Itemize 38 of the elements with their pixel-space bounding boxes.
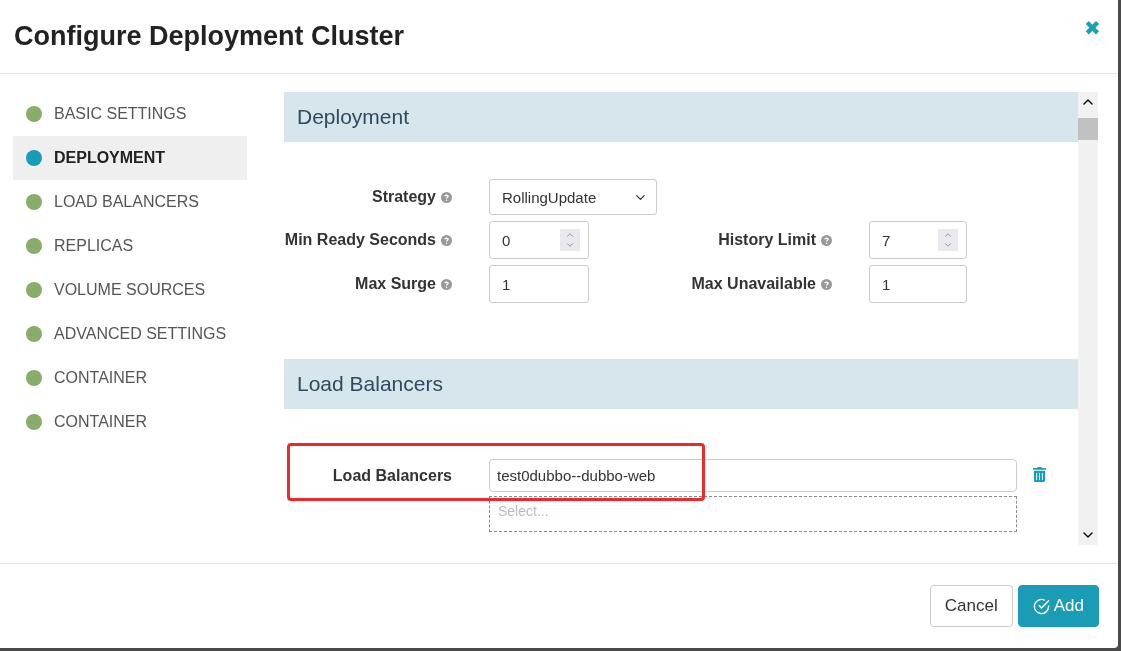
field-label: Load Balancers: [332, 467, 452, 486]
sidebar-item[interactable]: VOLUME SOURCES: [13, 268, 247, 312]
field-label: Max Surge: [355, 275, 436, 293]
field-label: Min Ready Seconds: [284, 231, 436, 249]
scrollbar[interactable]: [1078, 92, 1098, 545]
status-dot: [26, 106, 42, 122]
text-input[interactable]: 1: [489, 265, 589, 303]
strategy-select[interactable]: RollingUpdate: [489, 179, 657, 215]
sidebar-item[interactable]: CONTAINER: [13, 356, 247, 400]
section-header: Deployment: [284, 92, 1078, 142]
status-dot: [26, 282, 42, 298]
number-input[interactable]: 7: [869, 221, 967, 259]
sidebar-item[interactable]: CONTAINER: [13, 400, 247, 444]
sidebar-item[interactable]: ADVANCED SETTINGS: [13, 312, 247, 356]
spinner-icon[interactable]: [560, 229, 580, 251]
field-label: Strategy: [371, 188, 436, 206]
sidebar-item[interactable]: REPLICAS: [13, 224, 247, 268]
status-dot: [26, 414, 42, 430]
trash-icon[interactable]: [1032, 467, 1047, 482]
field-label: History Limit: [718, 231, 816, 249]
sidebar-item[interactable]: LOAD BALANCERS: [13, 180, 247, 224]
sidebar-item[interactable]: DEPLOYMENT: [13, 136, 247, 180]
dialog-title: Configure Deployment Cluster: [14, 21, 405, 52]
check-circle-icon: [1032, 597, 1050, 615]
status-dot: [26, 194, 42, 210]
spinner-icon[interactable]: [938, 229, 958, 251]
section-header: Load Balancers: [284, 359, 1078, 409]
sidebar-item[interactable]: BASIC SETTINGS: [13, 92, 247, 136]
status-dot: [26, 150, 42, 166]
status-dot: [26, 238, 42, 254]
status-dot: [26, 326, 42, 342]
cancel-button[interactable]: Cancel: [929, 585, 1013, 627]
load-balancer-input[interactable]: test0dubbo--dubbo-web: [489, 459, 1017, 492]
scroll-thumb[interactable]: [1078, 117, 1098, 140]
status-dot: [26, 370, 42, 386]
text-input[interactable]: 1: [869, 265, 967, 303]
number-input[interactable]: 0: [489, 221, 589, 259]
field-label: Max Unavailable: [691, 275, 816, 293]
